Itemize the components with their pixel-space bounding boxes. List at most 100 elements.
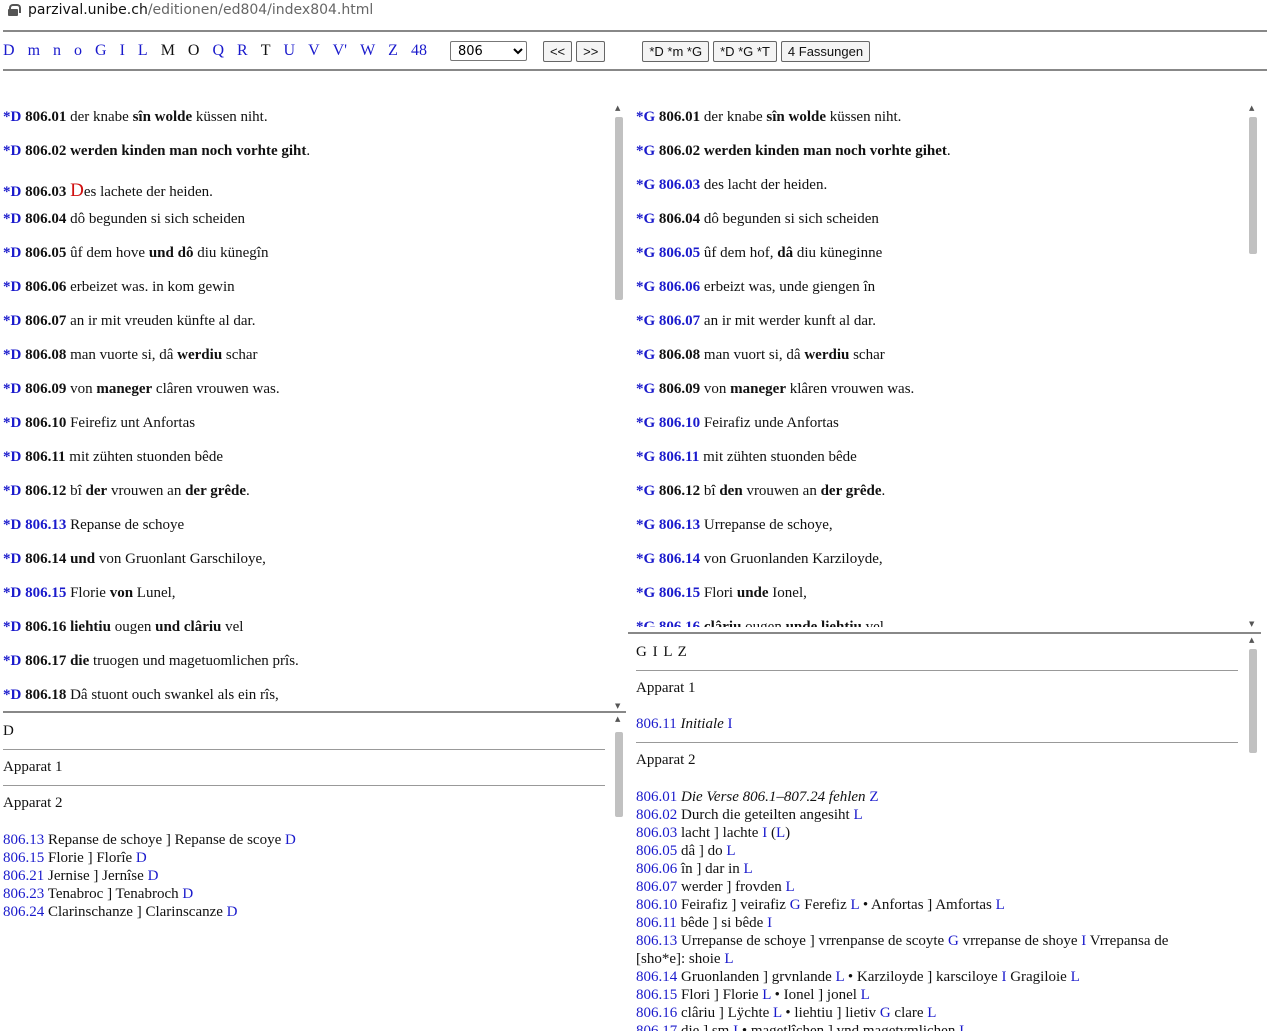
verse-witness-siglum[interactable]: *G <box>636 279 655 295</box>
verse-witness-siglum[interactable]: *G <box>636 381 655 397</box>
apparatus-link[interactable]: 806.15 <box>636 987 677 1003</box>
verse-witness-siglum[interactable]: *G <box>636 313 655 329</box>
scroll-up-icon[interactable]: ▲ <box>1249 636 1254 644</box>
verse-witness-siglum[interactable]: *G <box>636 517 655 533</box>
apparatus-link[interactable]: 806.10 <box>636 897 677 913</box>
verse-witness-siglum[interactable]: *G <box>636 347 655 363</box>
verse-witness-siglum[interactable]: *D <box>3 653 21 669</box>
view-4-fassungen-button[interactable]: 4 Fassungen <box>780 40 871 62</box>
manuscript-link-n[interactable]: n <box>53 42 61 60</box>
apparatus-link[interactable]: 806.13 <box>636 933 677 949</box>
manuscript-link-v[interactable]: V <box>308 42 320 60</box>
apparatus-link[interactable]: I <box>728 716 733 732</box>
verse-witness-siglum[interactable]: *G <box>636 245 655 261</box>
apparatus-link[interactable]: 806.15 <box>3 850 44 866</box>
left-text-scrollbar[interactable]: ▲ ▼ <box>613 104 625 710</box>
manuscript-link-w[interactable]: W <box>360 42 375 60</box>
manuscript-link-t[interactable]: T <box>261 42 271 60</box>
apparatus-link[interactable]: 806.06 <box>636 861 677 877</box>
apparatus-link[interactable]: D <box>227 904 238 920</box>
apparatus-link[interactable]: L <box>996 897 1005 913</box>
apparatus-link[interactable]: 806.11 <box>636 716 677 732</box>
apparatus-link[interactable]: L <box>836 969 845 985</box>
apparatus-link[interactable]: G <box>880 1005 891 1021</box>
apparatus-link[interactable]: L <box>861 987 870 1003</box>
apparatus-link[interactable]: I <box>1081 933 1086 949</box>
manuscript-link-d[interactable]: D <box>3 42 15 60</box>
right-text-scrollbar[interactable]: ▲ ▼ <box>1247 104 1259 628</box>
apparatus-link[interactable]: L <box>762 987 771 1003</box>
manuscript-link-48[interactable]: 48 <box>411 42 427 60</box>
verse-witness-siglum[interactable]: *D <box>3 109 21 125</box>
scroll-up-icon[interactable]: ▲ <box>615 104 620 112</box>
left-text-pane[interactable]: *D 806.01 der knabe sîn wolde küssen nih… <box>3 104 611 710</box>
apparatus-link[interactable]: 806.23 <box>3 886 44 902</box>
apparatus-link[interactable]: D <box>182 886 193 902</box>
scroll-up-icon[interactable]: ▲ <box>1249 104 1254 112</box>
right-text-pane[interactable]: *G 806.01 der knabe sîn wolde küssen nih… <box>636 104 1244 627</box>
apparatus-link[interactable]: G <box>790 897 801 913</box>
verse-number[interactable]: 806.03 <box>659 177 700 193</box>
apparatus-link[interactable]: I <box>733 1023 738 1031</box>
scroll-down-icon[interactable]: ▼ <box>1249 620 1254 628</box>
apparatus-link[interactable]: 806.05 <box>636 843 677 859</box>
next-button[interactable]: >> <box>576 40 606 62</box>
verse-witness-siglum[interactable]: *D <box>3 551 21 567</box>
apparatus-link[interactable]: G <box>948 933 959 949</box>
verse-witness-siglum[interactable]: *G <box>636 143 655 159</box>
verse-select[interactable]: 806 <box>449 41 527 61</box>
verse-number[interactable]: 806.06 <box>659 279 700 295</box>
verse-witness-siglum[interactable]: *D <box>3 347 21 363</box>
verse-witness-siglum[interactable]: *D <box>3 517 21 533</box>
verse-number[interactable]: 806.13 <box>25 517 66 533</box>
apparatus-link[interactable]: 806.11 <box>636 915 677 931</box>
manuscript-link-i[interactable]: I <box>120 42 125 60</box>
apparatus-link[interactable]: I <box>762 825 767 841</box>
verse-witness-siglum[interactable]: *D <box>3 585 21 601</box>
apparatus-link[interactable]: L <box>786 879 795 895</box>
verse-witness-siglum[interactable]: *G <box>636 619 655 627</box>
apparatus-link[interactable]: D <box>136 850 147 866</box>
verse-number[interactable]: 806.16 <box>659 619 700 627</box>
verse-witness-siglum[interactable]: *D <box>3 143 21 159</box>
verse-witness-siglum[interactable]: *D <box>3 483 21 499</box>
apparatus-link[interactable]: L <box>927 1005 936 1021</box>
manuscript-link-g[interactable]: G <box>95 42 107 60</box>
left-apparatus-scrollbar[interactable]: ▲ <box>613 715 625 1031</box>
verse-number[interactable]: 806.13 <box>659 517 700 533</box>
apparatus-link[interactable]: I <box>1001 969 1006 985</box>
verse-witness-siglum[interactable]: *G <box>636 415 655 431</box>
apparatus-link[interactable]: D <box>148 868 159 884</box>
verse-witness-siglum[interactable]: *G <box>636 585 655 601</box>
verse-witness-siglum[interactable]: *D <box>3 245 21 261</box>
prev-button[interactable]: << <box>542 40 573 62</box>
verse-number[interactable]: 806.10 <box>659 415 700 431</box>
verse-witness-siglum[interactable]: *D <box>3 381 21 397</box>
apparatus-link[interactable]: 806.17 <box>636 1023 677 1031</box>
apparatus-link[interactable]: L <box>776 825 785 841</box>
verse-witness-siglum[interactable]: *G <box>636 211 655 227</box>
manuscript-link-q[interactable]: Q <box>212 42 224 60</box>
verse-number[interactable]: 806.05 <box>659 245 700 261</box>
verse-witness-siglum[interactable]: *G <box>636 109 655 125</box>
browser-address-bar[interactable]: parzival.unibe.ch/editionen/ed804/index8… <box>0 0 1267 20</box>
view-dmg-button[interactable]: *D *m *G <box>642 40 710 62</box>
apparatus-link[interactable]: 806.21 <box>3 868 44 884</box>
apparatus-link[interactable]: L <box>1071 969 1080 985</box>
apparatus-link[interactable]: 806.07 <box>636 879 677 895</box>
apparatus-link[interactable]: 806.13 <box>3 832 44 848</box>
verse-witness-siglum[interactable]: *D <box>3 415 21 431</box>
verse-witness-siglum[interactable]: *G <box>636 483 655 499</box>
verse-witness-siglum[interactable]: *D <box>3 313 21 329</box>
manuscript-link-v-prime[interactable]: V' <box>333 42 347 60</box>
manuscript-link-r[interactable]: R <box>237 42 248 60</box>
verse-witness-siglum[interactable]: *D <box>3 687 21 703</box>
verse-number[interactable]: 806.15 <box>659 585 700 601</box>
manuscript-link-m[interactable]: m <box>28 42 40 60</box>
manuscript-link-l[interactable]: L <box>138 42 148 60</box>
apparatus-link[interactable]: Z <box>869 789 878 805</box>
verse-witness-siglum[interactable]: *D <box>3 619 21 635</box>
apparatus-link[interactable]: 806.01 <box>636 789 677 805</box>
apparatus-link[interactable]: L <box>726 843 735 859</box>
apparatus-link[interactable]: 806.16 <box>636 1005 677 1021</box>
